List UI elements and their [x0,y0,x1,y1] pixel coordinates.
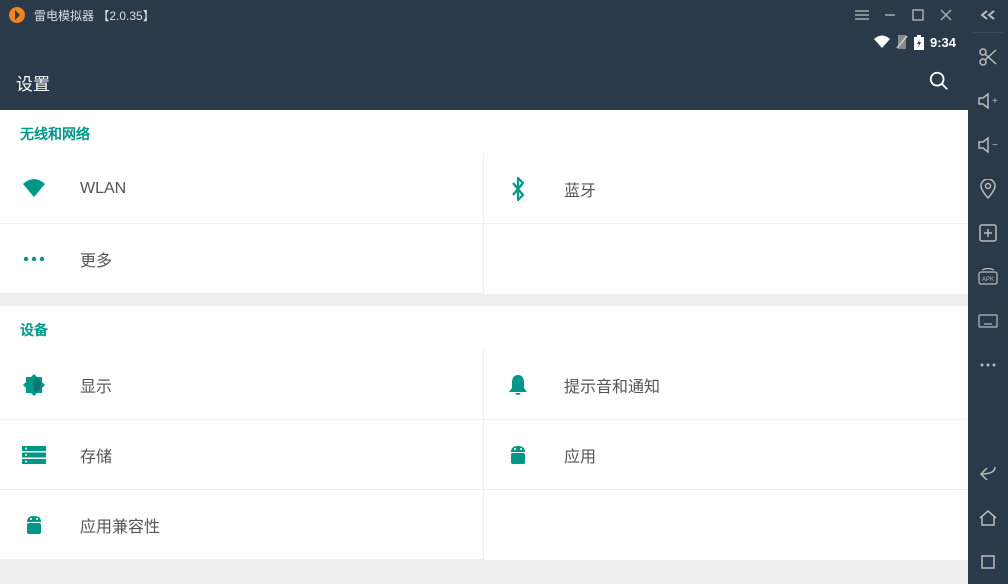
section-device: 设备 显示 提示音和通知 存储 [0,306,968,560]
android-back-button[interactable] [968,452,1008,496]
bluetooth-icon [504,177,532,201]
brightness-icon [20,373,48,397]
android-icon [504,444,532,466]
setting-label: 应用兼容性 [80,513,160,537]
section-wireless: 无线和网络 WLAN 蓝牙 更多 [0,110,968,294]
more-icon[interactable] [968,343,1008,387]
setting-label: 提示音和通知 [564,373,660,397]
android-home-button[interactable] [968,496,1008,540]
android-statusbar: 9:34 [0,30,968,54]
wifi-icon [20,179,48,199]
scissors-icon[interactable] [968,35,1008,79]
emulator-sidebar: + − APK [968,0,1008,584]
volume-up-button[interactable]: + [968,79,1008,123]
search-button[interactable] [928,70,952,94]
section-header: 设备 [0,306,968,350]
apk-install-icon[interactable]: APK [968,255,1008,299]
new-window-icon[interactable] [968,211,1008,255]
setting-label: 应用 [564,443,596,467]
keyboard-icon[interactable] [968,299,1008,343]
setting-bluetooth[interactable]: 蓝牙 [484,154,968,224]
storage-icon [20,446,48,464]
location-icon[interactable] [968,167,1008,211]
setting-app-compat[interactable]: 应用兼容性 [0,490,484,560]
main-area: 雷电模拟器 【2.0.35】 9:34 设置 无线和网络 [0,0,968,584]
section-header: 无线和网络 [0,110,968,154]
more-horiz-icon [20,255,48,263]
setting-label: 更多 [80,247,112,271]
appbar: 设置 [0,54,968,110]
svg-text:−: − [992,140,998,151]
setting-storage[interactable]: 存储 [0,420,484,490]
bell-icon [504,373,532,397]
sim-status-icon [896,35,908,49]
setting-label: 存储 [80,443,112,467]
android-icon [20,514,48,536]
minimize-button[interactable] [876,1,904,29]
setting-label: WLAN [80,180,126,198]
setting-apps[interactable]: 应用 [484,420,968,490]
collapse-sidebar-button[interactable] [968,0,1008,30]
app-logo [8,6,26,24]
volume-down-button[interactable]: − [968,123,1008,167]
setting-label: 显示 [80,373,112,397]
svg-text:+: + [992,96,998,107]
window: 雷电模拟器 【2.0.35】 9:34 设置 无线和网络 [0,0,1008,584]
page-title: 设置 [16,70,928,95]
android-recent-button[interactable] [968,540,1008,584]
titlebar: 雷电模拟器 【2.0.35】 [0,0,968,30]
setting-display[interactable]: 显示 [0,350,484,420]
menu-icon[interactable] [848,1,876,29]
battery-status-icon [914,35,924,50]
clock: 9:34 [930,35,956,50]
setting-notifications[interactable]: 提示音和通知 [484,350,968,420]
close-button[interactable] [932,1,960,29]
settings-content: 无线和网络 WLAN 蓝牙 更多 [0,110,968,584]
maximize-button[interactable] [904,1,932,29]
setting-more[interactable]: 更多 [0,224,484,294]
setting-label: 蓝牙 [564,177,596,201]
titlebar-title: 雷电模拟器 【2.0.35】 [34,7,848,24]
wifi-status-icon [874,35,890,49]
section-spacer [0,294,968,306]
svg-text:APK: APK [982,277,994,283]
setting-wlan[interactable]: WLAN [0,154,484,224]
